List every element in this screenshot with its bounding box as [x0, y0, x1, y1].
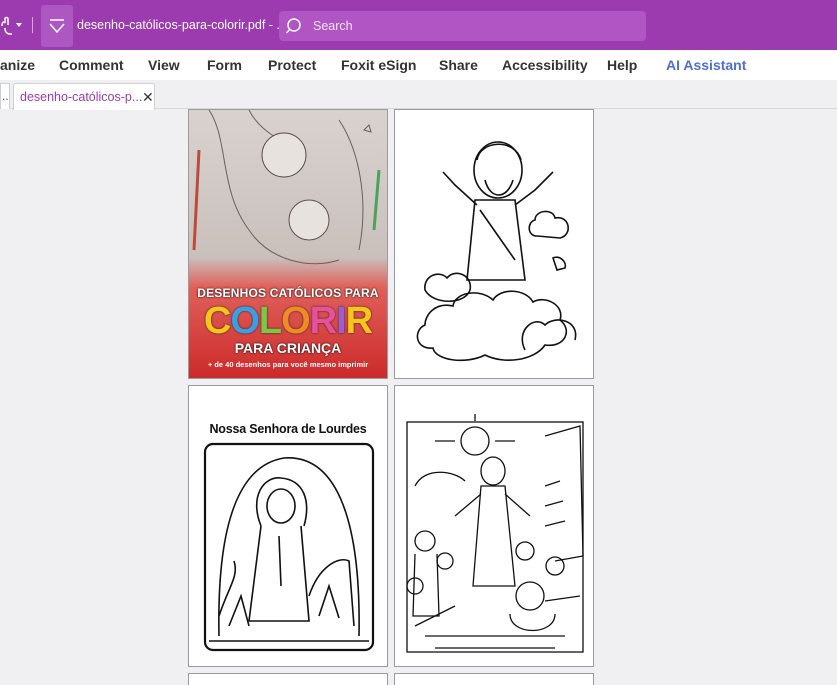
document-title: desenho-católicos-para-colorir.pdf - ...	[77, 18, 287, 32]
page-thumbnail-jesus-crowd[interactable]	[394, 385, 594, 667]
menu-ai-assistant[interactable]: AI Assistant	[666, 57, 746, 73]
toolbar-separator	[32, 17, 33, 33]
page-thumbnail-cover[interactable]: DESENHOS CATÓLICOS PARA COLORIR PARA CRI…	[188, 109, 388, 379]
colorir-letter: O	[281, 300, 311, 342]
hand-tool-icon[interactable]	[0, 16, 26, 36]
menu-foxit-esign[interactable]: Foxit eSign	[341, 57, 416, 73]
chevron-down-icon	[49, 19, 65, 34]
menu-bar: anize Comment View Form Protect Foxit eS…	[0, 50, 837, 80]
close-icon[interactable]: ✕	[142, 89, 154, 106]
search-box[interactable]: Search	[279, 11, 646, 41]
cover-tagline: + de 40 desenhos para você mesmo imprimi…	[207, 360, 369, 369]
menu-accessibility[interactable]: Accessibility	[502, 57, 588, 73]
colorir-letter: C	[203, 300, 231, 342]
tab-label: desenho-católicos-p...	[20, 90, 143, 104]
search-placeholder: Search	[313, 19, 353, 33]
menu-organize[interactable]: anize	[0, 57, 35, 73]
lourdes-drawing	[203, 442, 375, 652]
document-tab-bar: .. desenho-católicos-p... ✕	[0, 80, 837, 110]
page-thumbnail-partial-left[interactable]	[188, 673, 388, 685]
cover-title: DESENHOS CATÓLICOS PARA	[197, 286, 379, 300]
menu-form[interactable]: Form	[207, 57, 242, 73]
menu-protect[interactable]: Protect	[268, 57, 316, 73]
title-bar: desenho-católicos-para-colorir.pdf - ...…	[0, 0, 837, 50]
cover-colorir-text: COLORIR	[189, 300, 387, 343]
jesus-with-crowd-drawing	[406, 414, 584, 653]
cover-subtitle: PARA CRIANÇA	[234, 340, 342, 356]
colorir-letter: R	[345, 300, 373, 342]
menu-view[interactable]: View	[148, 57, 180, 73]
page-thumbnail-jesus-cloud[interactable]	[394, 109, 594, 379]
tab-active-document[interactable]: desenho-católicos-p... ✕	[13, 83, 155, 110]
quick-access-dropdown-button[interactable]	[41, 5, 73, 47]
colorir-letter: R	[309, 300, 337, 342]
jesus-on-cloud-drawing	[416, 141, 577, 362]
mary-and-child-illustration	[192, 110, 381, 265]
colorir-letter: L	[258, 300, 282, 342]
search-icon	[285, 18, 301, 34]
colorir-letter: I	[336, 300, 347, 342]
menu-share[interactable]: Share	[439, 57, 478, 73]
menu-help[interactable]: Help	[607, 57, 637, 73]
tab-previous-document[interactable]: ..	[0, 83, 10, 109]
colorir-letter: O	[230, 300, 260, 342]
menu-comment[interactable]: Comment	[59, 57, 124, 73]
page-thumbnail-lourdes[interactable]: Nossa Senhora de Lourdes	[188, 385, 388, 667]
page-thumbnail-partial-right[interactable]	[394, 673, 594, 685]
